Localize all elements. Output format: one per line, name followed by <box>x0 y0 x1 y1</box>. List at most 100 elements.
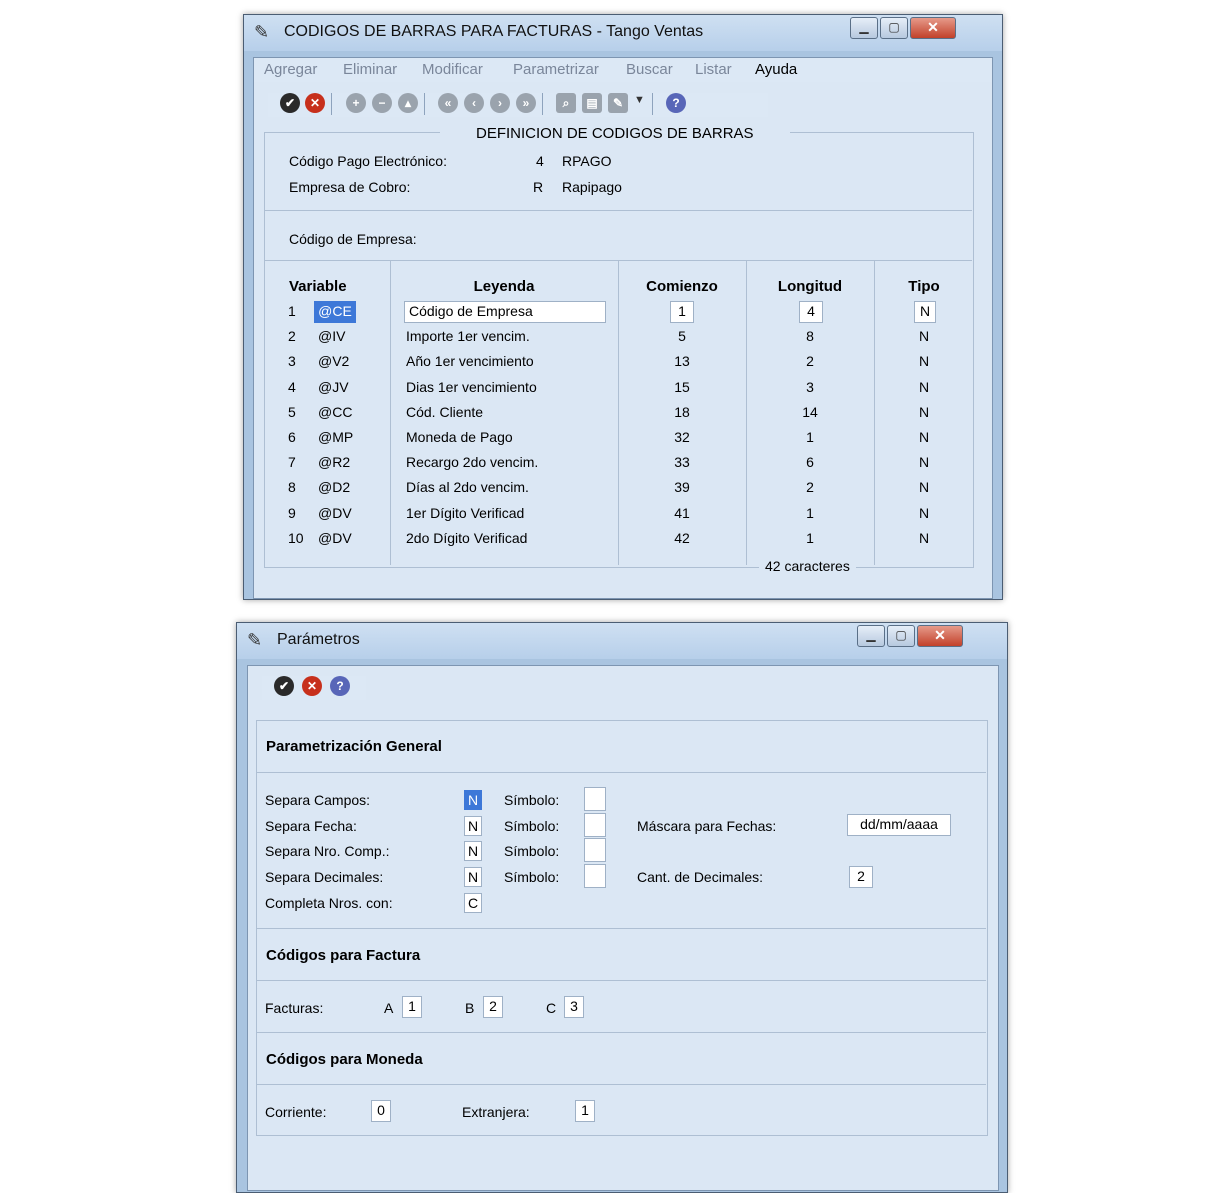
divider <box>256 772 986 773</box>
leyenda-cell: Moneda de Pago <box>406 429 513 445</box>
leyenda-field[interactable]: Código de Empresa <box>404 301 606 323</box>
separa-fecha-simbolo-field[interactable] <box>584 813 606 837</box>
row-number: 10 <box>288 530 304 546</box>
tipo-cell: N <box>918 353 930 369</box>
completa-nros-field[interactable]: C <box>464 893 482 913</box>
comienzo-cell: 15 <box>674 379 690 395</box>
separa-nro-simbolo-field[interactable] <box>584 838 606 862</box>
column-divider <box>618 261 619 565</box>
separa-decimales-field[interactable]: N <box>464 867 482 887</box>
cant-decimales-label: Cant. de Decimales: <box>637 869 764 885</box>
separa-nro-simbolo-label: Símbolo: <box>504 843 560 859</box>
column-divider <box>390 261 391 565</box>
menu-buscar[interactable]: Buscar <box>626 61 673 78</box>
minimize-button[interactable]: ▁ <box>857 625 885 647</box>
menu-ayuda[interactable]: Ayuda <box>755 61 797 78</box>
longitud-cell: 14 <box>802 404 818 420</box>
definition-group <box>264 132 974 568</box>
separa-decimales-simbolo-field[interactable] <box>584 864 606 888</box>
help-icon[interactable]: ? <box>666 93 686 113</box>
corriente-field[interactable]: 0 <box>371 1100 391 1122</box>
last-record-icon[interactable]: » <box>516 93 536 113</box>
variable-cell: @R2 <box>318 454 351 470</box>
variable-cell: @IV <box>318 328 346 344</box>
tools-icon[interactable]: ✎ <box>608 93 628 113</box>
row-number: 9 <box>288 505 296 521</box>
menu-listar[interactable]: Listar <box>695 61 732 78</box>
cancel-icon[interactable]: ✕ <box>305 93 325 113</box>
menu-eliminar[interactable]: Eliminar <box>343 61 397 78</box>
toolbar: ✔ ✕ + − ▴ « ‹ › » ⌕ ▤ ✎ ▼ ? <box>268 93 768 117</box>
toolbar: ✔ ✕ ? <box>262 676 366 700</box>
factura-b-field[interactable]: 2 <box>483 996 503 1018</box>
edit-icon[interactable]: ▴ <box>398 93 418 113</box>
comienzo-cell: 5 <box>678 328 686 344</box>
close-button[interactable]: ✕ <box>910 17 956 39</box>
variable-field[interactable]: @CE <box>314 301 356 323</box>
longitud-cell: 1 <box>806 429 814 445</box>
tipo-cell: N <box>918 505 930 521</box>
cancel-icon[interactable]: ✕ <box>302 676 322 696</box>
separa-nro-field[interactable]: N <box>464 841 482 861</box>
cant-decimales-field[interactable]: 2 <box>849 866 873 888</box>
factura-c-field[interactable]: 3 <box>564 996 584 1018</box>
empresa-cobro-name: Rapipago <box>562 179 622 195</box>
next-record-icon[interactable]: › <box>490 93 510 113</box>
moneda-section-title: Códigos para Moneda <box>266 1051 423 1068</box>
separa-fecha-field[interactable]: N <box>464 816 482 836</box>
separa-campos-simbolo-field[interactable] <box>584 787 606 811</box>
variable-cell: @DV <box>318 530 352 546</box>
toolbar-separator <box>542 93 543 115</box>
comienzo-cell: 13 <box>674 353 690 369</box>
confirm-icon[interactable]: ✔ <box>274 676 294 696</box>
menu-agregar[interactable]: Agregar <box>264 61 317 78</box>
row-number: 1 <box>288 303 296 319</box>
longitud-cell: 6 <box>806 454 814 470</box>
leyenda-cell: Dias 1er vencimiento <box>406 379 537 395</box>
longitud-field[interactable]: 4 <box>799 301 823 323</box>
menu-bar: Agregar Eliminar Modificar Parametrizar … <box>254 58 992 82</box>
variable-cell: @D2 <box>318 479 351 495</box>
leyenda-cell: Importe 1er vencim. <box>406 328 530 344</box>
first-record-icon[interactable]: « <box>438 93 458 113</box>
tipo-cell: N <box>918 379 930 395</box>
factura-a-field[interactable]: 1 <box>402 996 422 1018</box>
codigo-pago-label: Código Pago Electrónico: <box>289 153 447 169</box>
minimize-button[interactable]: ▁ <box>850 17 878 39</box>
comienzo-cell: 33 <box>674 454 690 470</box>
add-icon[interactable]: + <box>346 93 366 113</box>
factura-a-label: A <box>384 1000 394 1016</box>
search-icon[interactable]: ⌕ <box>556 93 576 113</box>
menu-modificar[interactable]: Modificar <box>422 61 483 78</box>
close-button[interactable]: ✕ <box>917 625 963 647</box>
maximize-button[interactable]: ▢ <box>880 17 908 39</box>
tipo-field[interactable]: N <box>914 301 936 323</box>
parameters-client-area: ✔ ✕ ? Parametrización General Separa Cam… <box>247 665 999 1191</box>
dropdown-arrow-icon[interactable]: ▼ <box>634 94 645 106</box>
comienzo-cell: 18 <box>674 404 690 420</box>
facturas-label: Facturas: <box>265 1000 324 1016</box>
comienzo-field[interactable]: 1 <box>670 301 694 323</box>
help-icon[interactable]: ? <box>330 676 350 696</box>
general-section-title: Parametrización General <box>266 738 442 755</box>
longitud-cell: 2 <box>806 353 814 369</box>
print-icon[interactable]: ▤ <box>582 93 602 113</box>
codigo-pago-value: 4 <box>536 153 544 169</box>
definition-title: DEFINICION DE CODIGOS DE BARRAS <box>440 125 790 142</box>
row-number: 8 <box>288 479 296 495</box>
mascara-fechas-field[interactable]: dd/mm/aaaa <box>847 814 951 836</box>
tipo-cell: N <box>918 530 930 546</box>
menu-parametrizar[interactable]: Parametrizar <box>513 61 599 78</box>
longitud-cell: 8 <box>806 328 814 344</box>
comienzo-cell: 41 <box>674 505 690 521</box>
row-number: 6 <box>288 429 296 445</box>
longitud-cell: 2 <box>806 479 814 495</box>
delete-icon[interactable]: − <box>372 93 392 113</box>
separa-campos-field[interactable]: N <box>464 790 482 810</box>
extranjera-field[interactable]: 1 <box>575 1100 595 1122</box>
maximize-button[interactable]: ▢ <box>887 625 915 647</box>
row-number: 2 <box>288 328 296 344</box>
confirm-icon[interactable]: ✔ <box>280 93 300 113</box>
window-title: Parámetros <box>277 631 360 648</box>
previous-record-icon[interactable]: ‹ <box>464 93 484 113</box>
